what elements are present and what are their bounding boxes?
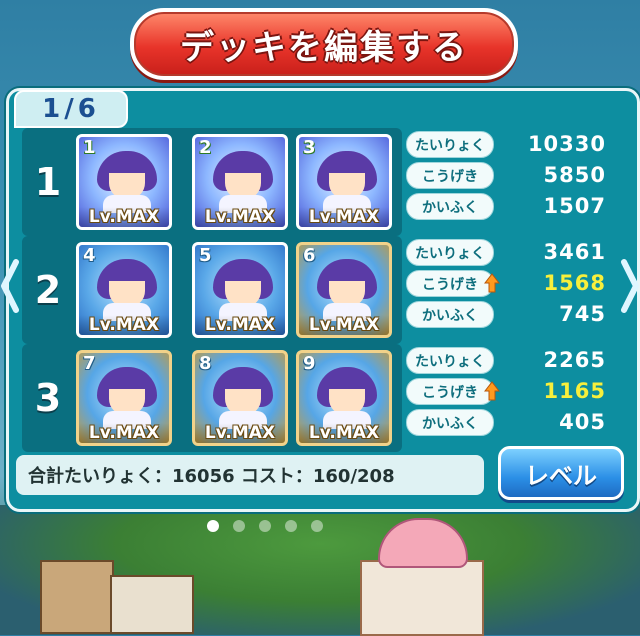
character-portrait <box>317 367 377 429</box>
stat-value: 5850 <box>543 163 606 187</box>
character-card[interactable]: 8 Lv.MAX <box>192 350 288 446</box>
page-dot[interactable] <box>285 520 297 532</box>
background-house <box>110 575 194 634</box>
level-button-label: レベル <box>525 461 597 490</box>
stat-value: 3461 <box>543 240 606 264</box>
card-slot-number: 4 <box>83 245 96 266</box>
card-slot-number: 5 <box>199 245 212 266</box>
stat-label: たいりょく <box>415 137 485 154</box>
stat-recovery: かいふく 745 <box>406 301 610 328</box>
stat-recovery: かいふく 405 <box>406 409 610 436</box>
stat-attack: こうげき 1568 <box>406 270 610 297</box>
stat-label: たいりょく <box>415 353 485 370</box>
page-dot[interactable] <box>311 520 323 532</box>
character-portrait <box>213 259 273 321</box>
attack-up-arrow-icon <box>484 273 500 293</box>
page-dot[interactable] <box>233 520 245 532</box>
page-title: デッキを編集する <box>180 27 468 68</box>
row-number-label: 3 <box>34 376 62 420</box>
card-slot-number: 6 <box>303 245 316 266</box>
card-level: Lv.MAX <box>79 423 169 443</box>
chevron-left-icon[interactable] <box>0 258 20 314</box>
stat-hp: たいりょく 2265 <box>406 347 610 374</box>
row-number-label: 2 <box>34 268 62 312</box>
card-slot-number: 2 <box>199 137 212 158</box>
edit-deck-title-button: デッキを編集する <box>130 8 518 80</box>
card-level: Lv.MAX <box>195 423 285 443</box>
card-slot-number: 1 <box>83 137 96 158</box>
deck-summary-bar: 合計たいりょく：16056 コスト：160/208 <box>16 455 484 495</box>
stat-attack: こうげき 1165 <box>406 378 610 405</box>
stat-label-pill: かいふく <box>406 193 494 220</box>
stat-label-pill: たいりょく <box>406 131 494 158</box>
card-level: Lv.MAX <box>195 207 285 227</box>
card-level: Lv.MAX <box>195 315 285 335</box>
stat-label-pill: こうげき <box>406 270 494 297</box>
stat-label: たいりょく <box>415 245 485 262</box>
card-slot-number: 3 <box>303 137 316 158</box>
stat-label-pill: かいふく <box>406 301 494 328</box>
character-portrait <box>213 367 273 429</box>
stat-label-pill: たいりょく <box>406 347 494 374</box>
character-card[interactable]: 3 Lv.MAX <box>296 134 392 230</box>
card-level: Lv.MAX <box>79 315 169 335</box>
stat-label: こうげき <box>422 276 478 293</box>
character-card[interactable]: 1 Lv.MAX <box>76 134 172 230</box>
character-portrait <box>317 259 377 321</box>
character-card[interactable]: 4 Lv.MAX <box>76 242 172 338</box>
chevron-right-icon[interactable] <box>620 258 640 314</box>
character-card[interactable]: 6 Lv.MAX <box>296 242 392 338</box>
deck-page-tab: 1/6 <box>14 90 128 128</box>
row-number: 2 <box>22 236 74 344</box>
row-number-label: 1 <box>34 160 62 204</box>
card-level: Lv.MAX <box>79 207 169 227</box>
stat-value: 1165 <box>543 379 606 403</box>
stat-label-pill: こうげき <box>406 378 494 405</box>
character-card[interactable]: 2 Lv.MAX <box>192 134 288 230</box>
card-level: Lv.MAX <box>299 315 389 335</box>
stat-value: 2265 <box>543 348 606 372</box>
character-portrait <box>97 151 157 213</box>
row-number: 3 <box>22 344 74 452</box>
card-slot-number: 9 <box>303 353 316 374</box>
stat-value: 405 <box>559 410 606 434</box>
character-card[interactable]: 7 Lv.MAX <box>76 350 172 446</box>
card-slot-number: 7 <box>83 353 96 374</box>
character-portrait <box>317 151 377 213</box>
level-button[interactable]: レベル <box>498 446 624 500</box>
character-portrait <box>213 151 273 213</box>
stat-label: こうげき <box>422 168 478 185</box>
stat-label: かいふく <box>422 307 478 324</box>
character-card[interactable]: 9 Lv.MAX <box>296 350 392 446</box>
stat-attack: こうげき 5850 <box>406 162 610 189</box>
background-castle <box>360 560 484 636</box>
card-level: Lv.MAX <box>299 423 389 443</box>
card-slot-number: 8 <box>199 353 212 374</box>
deck-summary: 合計たいりょく：16056 コスト：160/208 <box>28 466 395 487</box>
stat-label: こうげき <box>422 384 478 401</box>
attack-up-arrow-icon <box>484 381 500 401</box>
stat-value: 10330 <box>527 132 606 156</box>
stat-hp: たいりょく 3461 <box>406 239 610 266</box>
page-dot[interactable] <box>207 520 219 532</box>
stat-hp: たいりょく 10330 <box>406 131 610 158</box>
card-level: Lv.MAX <box>299 207 389 227</box>
stat-label-pill: かいふく <box>406 409 494 436</box>
stat-value: 1568 <box>543 271 606 295</box>
page-dot[interactable] <box>259 520 271 532</box>
background-house <box>40 560 114 634</box>
page-dots <box>207 520 323 532</box>
page-indicator: 1/6 <box>42 94 100 124</box>
stat-label-pill: たいりょく <box>406 239 494 266</box>
character-card[interactable]: 5 Lv.MAX <box>192 242 288 338</box>
stat-label-pill: こうげき <box>406 162 494 189</box>
stat-value: 745 <box>559 302 606 326</box>
stat-label: かいふく <box>422 199 478 216</box>
stat-value: 1507 <box>543 194 606 218</box>
row-number: 1 <box>22 128 74 236</box>
character-portrait <box>97 259 157 321</box>
stat-recovery: かいふく 1507 <box>406 193 610 220</box>
character-portrait <box>97 367 157 429</box>
stat-label: かいふく <box>422 415 478 432</box>
